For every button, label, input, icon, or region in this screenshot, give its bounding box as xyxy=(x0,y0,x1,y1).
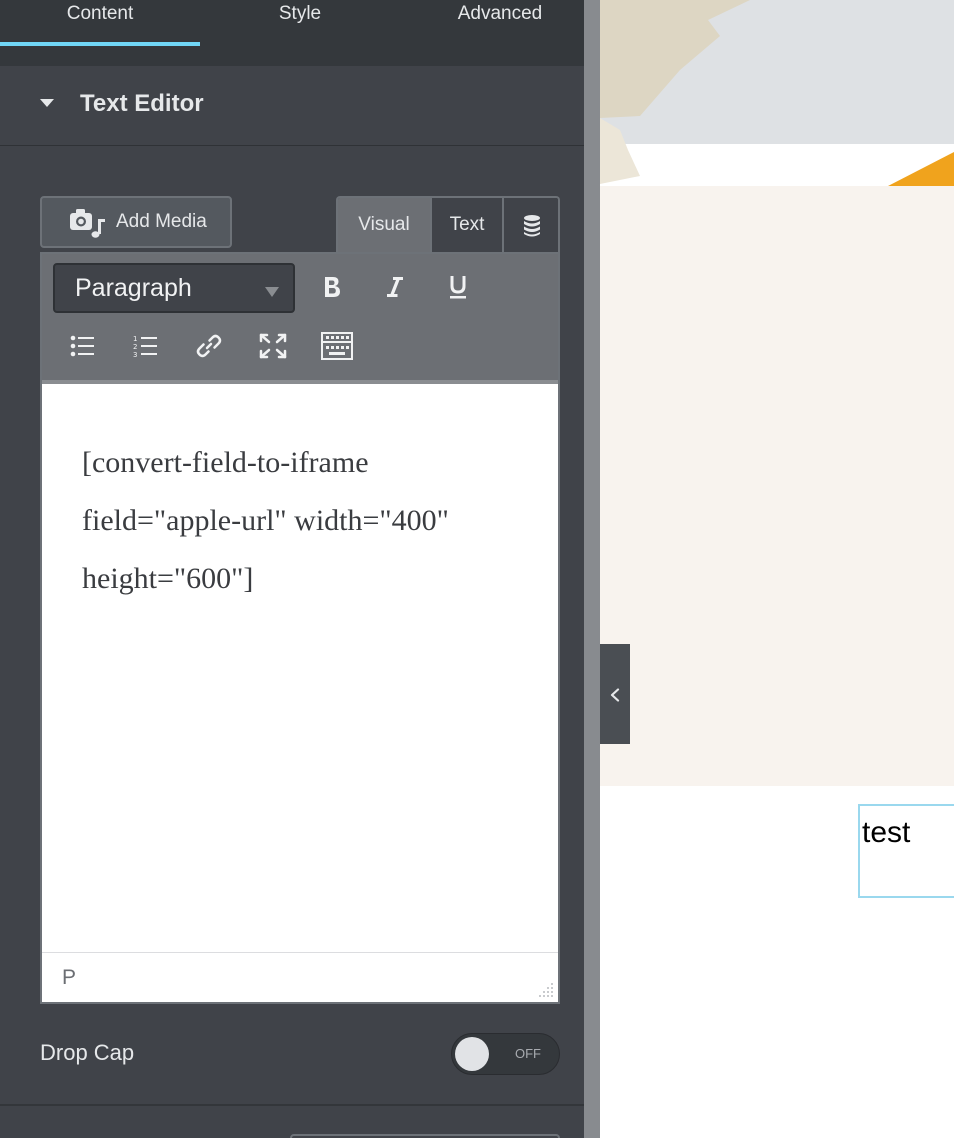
italic-button[interactable] xyxy=(375,267,415,307)
rich-text-editor: Paragraph 1 2 3 [convert-field-to-iframe… xyxy=(40,252,560,1004)
drop-cap-label: Drop Cap xyxy=(40,1040,135,1065)
tab-text[interactable]: Text xyxy=(430,198,502,254)
add-media-label: Add Media xyxy=(116,211,207,232)
section-header-text-editor[interactable]: Text Editor xyxy=(0,66,584,146)
next-control-field[interactable] xyxy=(290,1134,560,1138)
database-icon xyxy=(524,215,540,237)
add-media-button[interactable]: Add Media xyxy=(40,196,232,248)
editor-text-line: height="600"] xyxy=(82,562,254,595)
editor-statusbar: P xyxy=(42,952,558,1002)
panel-tabs: Content Style Advanced xyxy=(0,0,584,46)
keyboard-icon xyxy=(321,332,353,360)
editor-panel: Content Style Advanced Text Editor Add M… xyxy=(0,0,584,1138)
bold-icon xyxy=(325,277,340,297)
panel-scrollbar[interactable] xyxy=(584,0,600,1138)
editor-content-area[interactable]: [convert-field-to-iframe field="apple-ur… xyxy=(82,434,532,608)
underline-icon xyxy=(450,276,466,299)
caret-down-icon xyxy=(40,99,54,107)
bold-button[interactable] xyxy=(312,267,352,307)
editor-toolbar: Paragraph 1 2 3 xyxy=(42,254,558,384)
selected-text-widget[interactable]: test xyxy=(858,804,954,898)
toggle-knob xyxy=(455,1037,489,1071)
editor-mode-tabs: Visual Text xyxy=(336,196,560,254)
format-select[interactable]: Paragraph xyxy=(53,263,295,313)
section-divider xyxy=(0,1104,584,1106)
link-button[interactable] xyxy=(189,326,229,366)
element-path[interactable]: P xyxy=(62,966,76,990)
hero-decoration xyxy=(600,0,954,186)
svg-text:2: 2 xyxy=(133,343,137,351)
italic-icon xyxy=(387,277,403,297)
tab-strip xyxy=(0,46,584,66)
content-block xyxy=(600,186,954,786)
toolbar-toggle-button[interactable] xyxy=(317,326,357,366)
collapse-panel-button[interactable] xyxy=(600,644,630,744)
chevron-left-icon xyxy=(610,688,620,702)
editor-text-line: [convert-field-to-iframe xyxy=(82,446,369,479)
link-icon xyxy=(196,334,222,358)
widget-text: test xyxy=(862,816,911,849)
toggle-state-label: OFF xyxy=(515,1046,541,1061)
tab-content[interactable]: Content xyxy=(0,0,200,46)
section-title: Text Editor xyxy=(80,90,204,117)
editor-text-line: field="apple-url" width="400" xyxy=(82,504,449,537)
format-select-value: Paragraph xyxy=(75,274,192,302)
bulleted-list-icon xyxy=(70,335,94,357)
tab-style[interactable]: Style xyxy=(200,0,400,46)
svg-text:1: 1 xyxy=(133,335,137,343)
underline-button[interactable] xyxy=(438,267,478,307)
svg-text:3: 3 xyxy=(133,351,137,358)
resize-handle-icon[interactable] xyxy=(536,980,554,998)
drop-cap-toggle[interactable]: OFF xyxy=(451,1033,560,1075)
chevron-down-icon xyxy=(265,287,279,297)
numbered-list-button[interactable]: 1 2 3 xyxy=(125,326,165,366)
page-preview: test xyxy=(600,0,954,1138)
dynamic-tags-button[interactable] xyxy=(502,198,558,254)
camera-music-icon xyxy=(70,209,105,238)
bulleted-list-button[interactable] xyxy=(62,326,102,366)
tab-visual[interactable]: Visual xyxy=(338,198,430,254)
numbered-list-icon: 1 2 3 xyxy=(133,335,157,358)
fullscreen-icon xyxy=(259,333,287,359)
tab-advanced[interactable]: Advanced xyxy=(400,0,584,46)
fullscreen-button[interactable] xyxy=(253,326,293,366)
